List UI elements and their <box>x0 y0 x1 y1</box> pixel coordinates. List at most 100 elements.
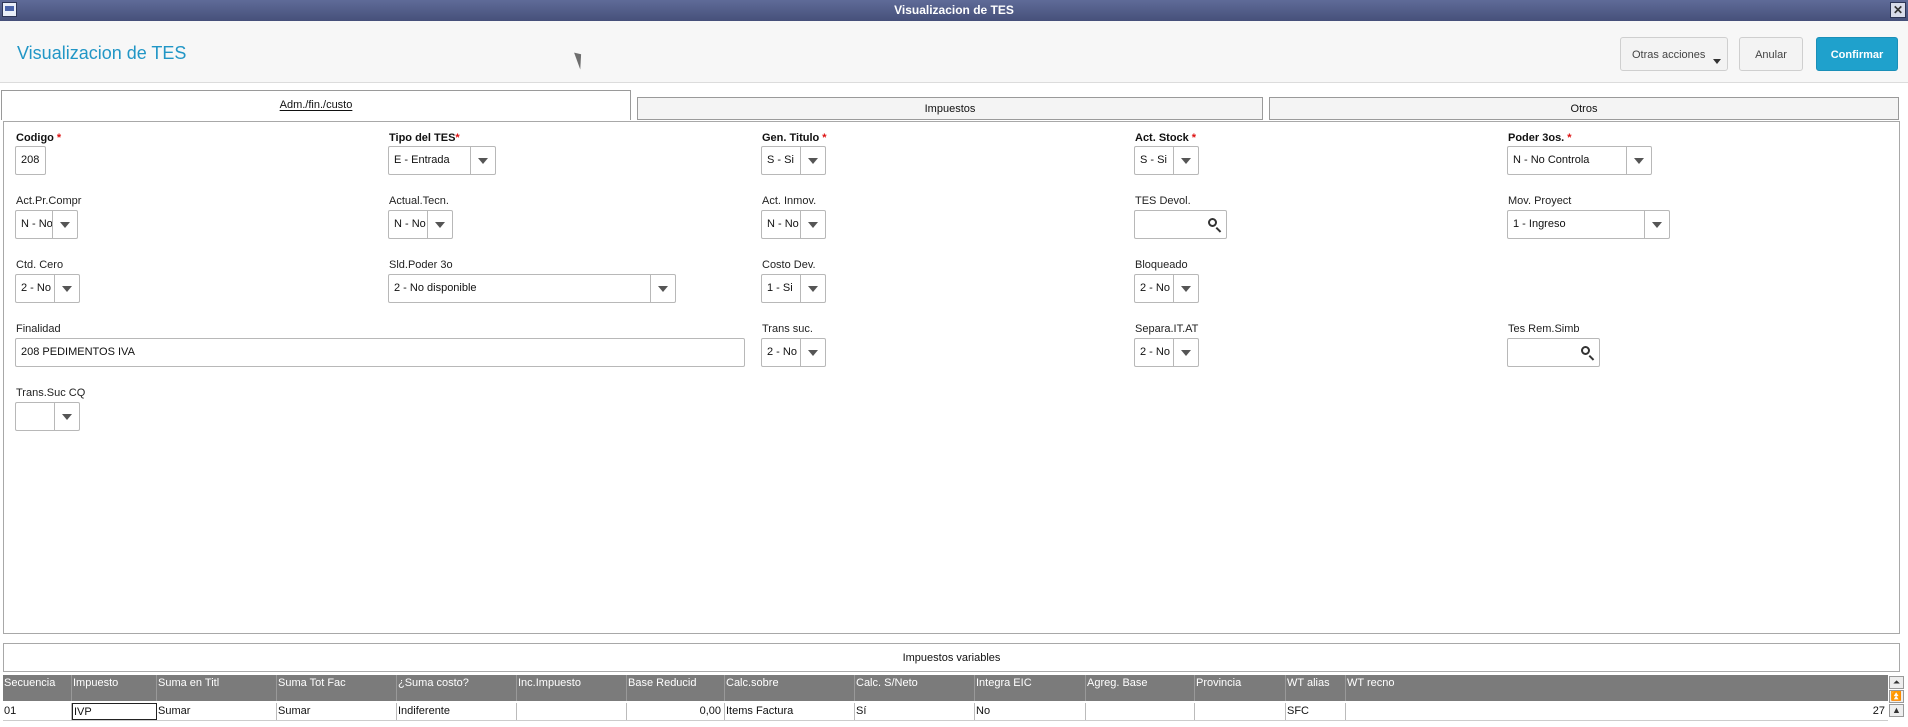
trans-suc-label: Trans suc. <box>762 323 813 335</box>
actual-tecn-label: Actual.Tecn. <box>389 195 449 207</box>
grid-header: Secuencia Impuesto Suma en Titl Suma Tot… <box>3 675 1888 701</box>
costo-dev-label: Costo Dev. <box>762 259 816 271</box>
table-cell[interactable]: Indiferente <box>397 703 517 720</box>
act-inmov-label: Act. Inmov. <box>762 195 817 207</box>
codigo-label: Codigo * <box>16 132 62 144</box>
confirmar-button[interactable]: Confirmar <box>1816 37 1898 71</box>
chevron-down-icon <box>800 147 825 174</box>
table-cell[interactable] <box>517 703 627 720</box>
caret-down-icon <box>1713 59 1721 64</box>
column-header[interactable]: Secuencia <box>3 675 72 701</box>
column-header[interactable]: ¿Suma costo? <box>397 675 517 701</box>
chevron-down-icon <box>800 211 825 238</box>
act-stock-select[interactable]: S - Si <box>1134 146 1199 175</box>
separa-it-at-select[interactable]: 2 - No <box>1134 338 1199 367</box>
table-cell[interactable]: Sumar <box>277 703 397 720</box>
column-header[interactable]: Suma en Titl <box>157 675 277 701</box>
scroll-up-icon[interactable]: ▲ <box>1889 704 1904 717</box>
column-header[interactable]: Calc.sobre <box>725 675 855 701</box>
scroll-page-up-icon[interactable]: ⏫ <box>1889 690 1904 703</box>
tipo-tes-label: Tipo del TES* <box>389 132 460 144</box>
trans-suc-cq-select[interactable] <box>15 402 80 431</box>
finalidad-label: Finalidad <box>16 323 61 335</box>
tes-rem-simb-field[interactable] <box>1507 338 1600 367</box>
act-stock-label: Act. Stock * <box>1135 132 1197 144</box>
column-header[interactable]: Base Reducid <box>627 675 725 701</box>
tab-otros[interactable]: Otros <box>1269 97 1899 120</box>
table-cell[interactable] <box>1086 703 1195 720</box>
tes-rem-simb-label: Tes Rem.Simb <box>1508 323 1580 335</box>
mouse-cursor-icon <box>574 50 586 70</box>
gen-titulo-label: Gen. Titulo * <box>762 132 827 144</box>
table-cell[interactable]: SFC <box>1286 703 1346 720</box>
table-cell[interactable]: 01 <box>3 703 72 720</box>
bloqueado-select[interactable]: 2 - No <box>1134 274 1199 303</box>
separa-it-at-label: Separa.IT.AT <box>1135 323 1199 335</box>
table-cell[interactable]: Sí <box>855 703 975 720</box>
otras-acciones-button[interactable]: Otras acciones <box>1620 37 1728 71</box>
column-header[interactable]: WT recno <box>1346 675 1888 701</box>
otras-acciones-label: Otras acciones <box>1632 49 1706 61</box>
codigo-field[interactable]: 208 <box>15 146 46 175</box>
column-header[interactable]: Inc.Impuesto <box>517 675 627 701</box>
form-panel: Codigo * 208 Tipo del TES* E - Entrada Ge… <box>3 121 1900 634</box>
table-cell[interactable] <box>1195 703 1286 720</box>
ctd-cero-select[interactable]: 2 - No <box>15 274 80 303</box>
column-header[interactable]: Agreg. Base <box>1086 675 1195 701</box>
mov-proyect-select[interactable]: 1 - Ingreso <box>1507 210 1670 239</box>
chevron-down-icon <box>800 339 825 366</box>
tes-devol-field[interactable] <box>1134 210 1227 239</box>
ctd-cero-label: Ctd. Cero <box>16 259 64 271</box>
table-cell[interactable]: Items Factura <box>725 703 855 720</box>
poder-3os-label: Poder 3os. * <box>1508 132 1572 144</box>
column-header[interactable]: Calc. S/Neto <box>855 675 975 701</box>
window-titlebar: Visualizacion de TES ✕ <box>0 0 1908 21</box>
column-header[interactable]: Impuesto <box>72 675 157 701</box>
gen-titulo-select[interactable]: S - Si <box>761 146 826 175</box>
chevron-down-icon <box>1173 275 1198 302</box>
trans-suc-select[interactable]: 2 - No <box>761 338 826 367</box>
trans-suc-cq-label: Trans.Suc CQ <box>16 387 86 399</box>
search-icon[interactable] <box>1581 346 1590 355</box>
chevron-down-icon <box>1626 147 1651 174</box>
mov-proyect-label: Mov. Proyect <box>1508 195 1572 207</box>
close-icon[interactable]: ✕ <box>1890 2 1906 18</box>
column-header[interactable]: Integra EIC <box>975 675 1086 701</box>
chevron-down-icon <box>1173 339 1198 366</box>
chevron-down-icon <box>52 211 77 238</box>
act-pr-compr-select[interactable]: N - No <box>15 210 78 239</box>
window-title: Visualizacion de TES <box>894 3 1014 17</box>
chevron-down-icon <box>650 275 675 302</box>
anular-button[interactable]: Anular <box>1739 37 1803 71</box>
column-header[interactable]: Suma Tot Fac <box>277 675 397 701</box>
column-header[interactable]: WT alias <box>1286 675 1346 701</box>
chevron-down-icon <box>1173 147 1198 174</box>
tab-impuestos[interactable]: Impuestos <box>637 97 1263 120</box>
tab-adm-fin-custo[interactable]: Adm./fin./custo <box>1 90 631 120</box>
table-cell[interactable]: No <box>975 703 1086 720</box>
sld-poder-3o-label: Sld.Poder 3o <box>389 259 453 271</box>
table-cell[interactable]: 0,00 <box>627 703 725 720</box>
poder-3os-select[interactable]: N - No Controla <box>1507 146 1652 175</box>
chevron-down-icon <box>1644 211 1669 238</box>
tes-devol-label: TES Devol. <box>1135 195 1191 207</box>
chevron-down-icon <box>54 403 79 430</box>
page-title: Visualizacion de TES <box>17 43 187 63</box>
chevron-down-icon <box>800 275 825 302</box>
table-row[interactable]: 01 IVP Sumar Sumar Indiferente 0,00 Item… <box>3 703 1888 721</box>
column-header[interactable]: Provincia <box>1195 675 1286 701</box>
search-icon[interactable] <box>1208 218 1217 227</box>
finalidad-field[interactable]: 208 PEDIMENTOS IVA <box>15 338 745 367</box>
costo-dev-select[interactable]: 1 - Si <box>761 274 826 303</box>
scroll-top-icon[interactable]: ⏶ <box>1889 676 1904 689</box>
bloqueado-label: Bloqueado <box>1135 259 1188 271</box>
table-cell[interactable]: 27 <box>1346 703 1888 720</box>
act-inmov-select[interactable]: N - No <box>761 210 826 239</box>
chevron-down-icon <box>470 147 495 174</box>
table-cell[interactable]: Sumar <box>157 703 277 720</box>
act-pr-compr-label: Act.Pr.Compr <box>16 195 82 207</box>
table-cell[interactable]: IVP <box>72 703 157 720</box>
actual-tecn-select[interactable]: N - No <box>388 210 453 239</box>
tipo-tes-select[interactable]: E - Entrada <box>388 146 496 175</box>
sld-poder-3o-select[interactable]: 2 - No disponible <box>388 274 676 303</box>
